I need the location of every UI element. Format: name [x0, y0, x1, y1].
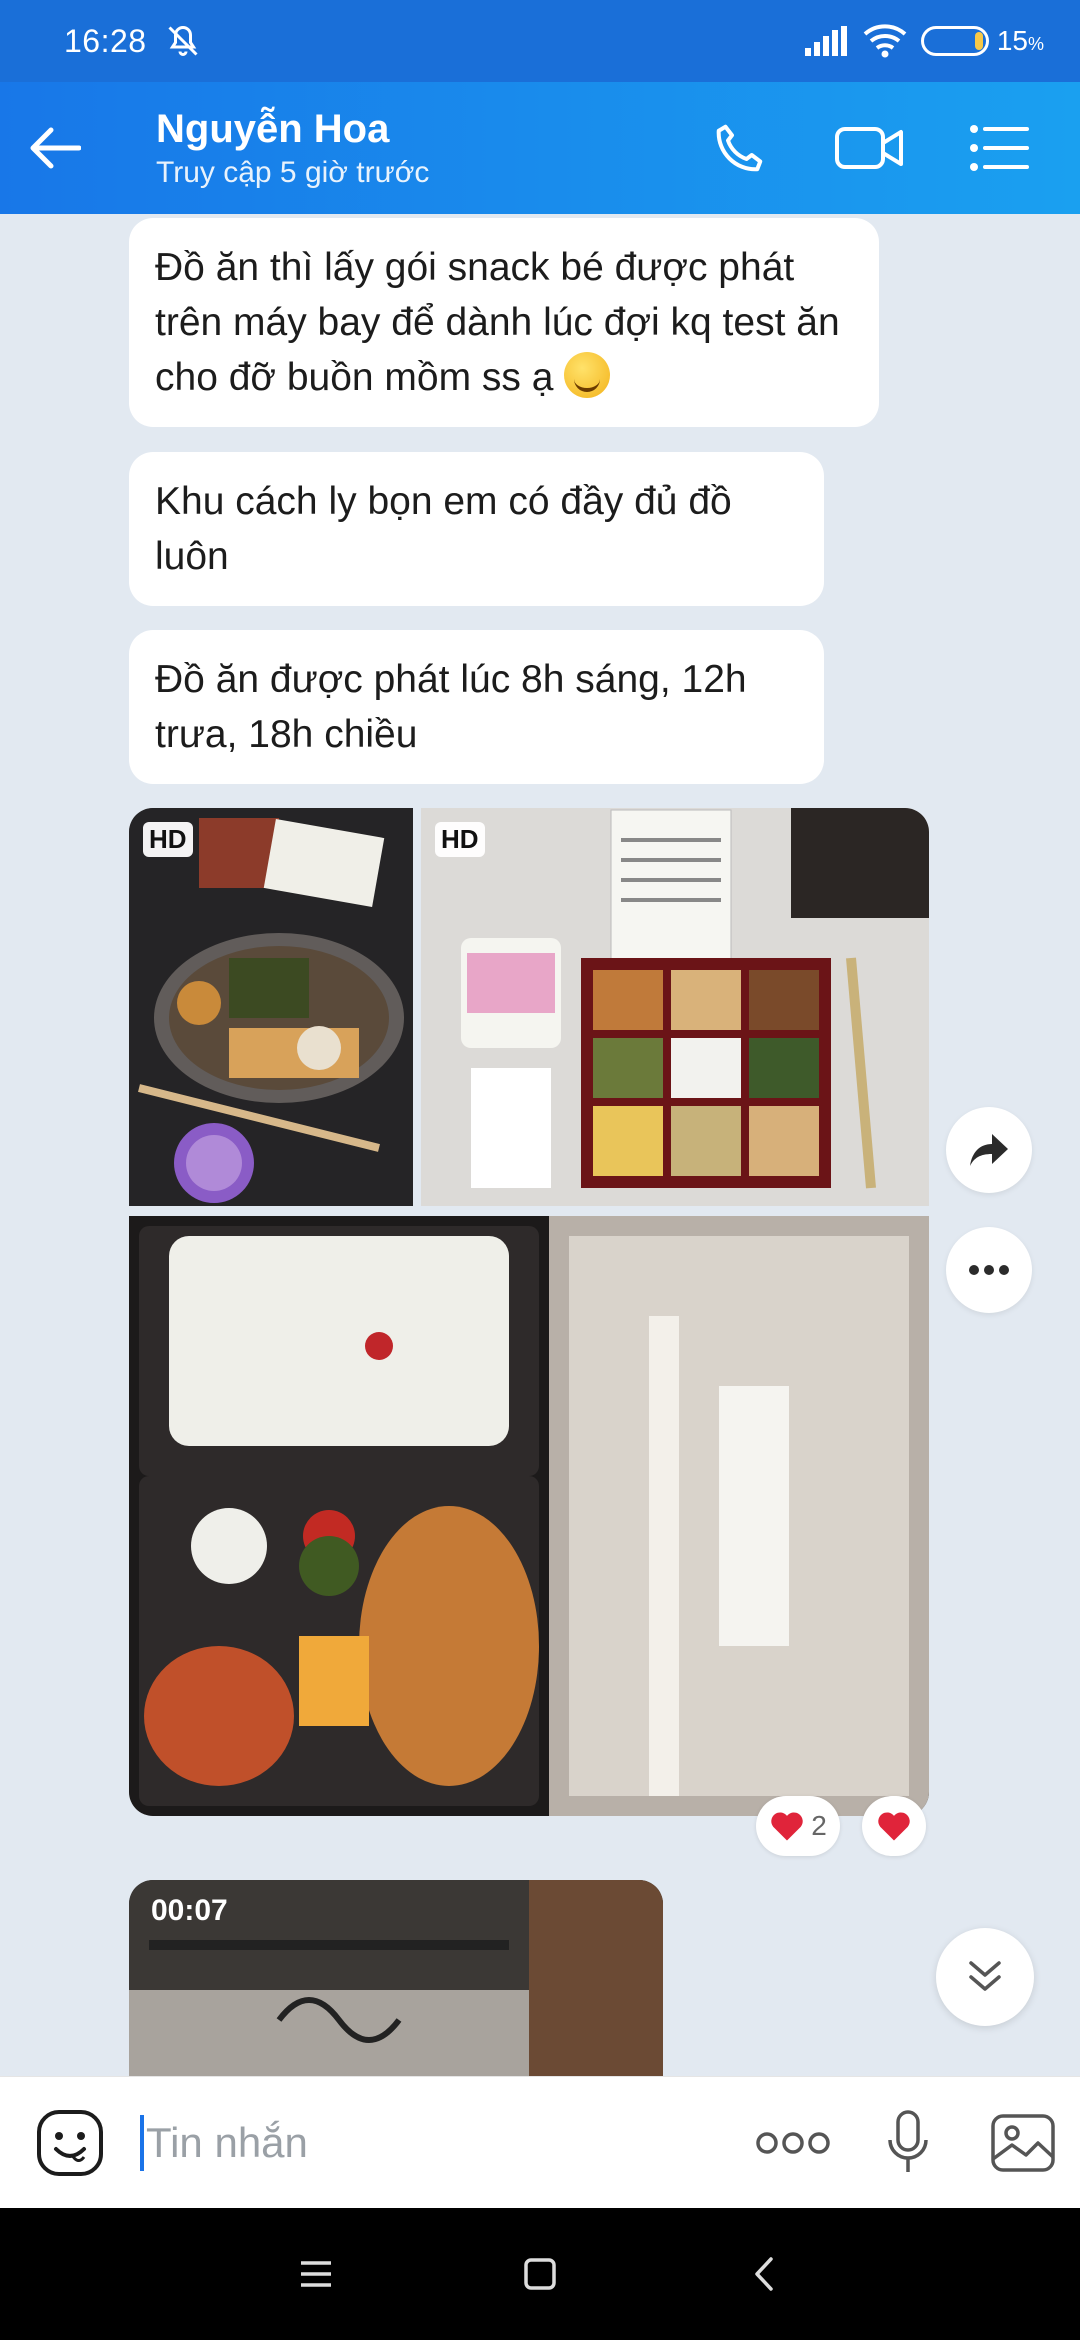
scroll-to-bottom-button[interactable] [936, 1928, 1034, 2026]
wifi-icon [863, 24, 907, 58]
forward-arrow-icon [970, 1134, 1008, 1166]
bell-off-icon [168, 25, 198, 56]
input-placeholder: Tin nhắn [146, 2118, 308, 2166]
food-photo[interactable]: HD [129, 808, 413, 1206]
reaction-summary[interactable]: 2 [756, 1796, 840, 1856]
video-call-icon [835, 127, 903, 169]
forward-button[interactable] [946, 1107, 1032, 1193]
message-input-bar: Tin nhắn [0, 2076, 1080, 2208]
message-text: Đồ ăn được phát lúc 8h sáng, 12h trưa, 1… [155, 658, 747, 756]
sticker-smiley-icon [37, 2109, 103, 2176]
heart-icon [878, 1812, 910, 1841]
status-bar: 16:28 15% [0, 0, 1080, 82]
battery-icon [920, 26, 989, 56]
battery-level [974, 32, 983, 50]
voice-call-button[interactable] [674, 82, 804, 214]
status-right: 15% [804, 24, 1044, 58]
battery-percent: 15% [996, 25, 1044, 56]
system-back-button[interactable] [652, 2208, 876, 2340]
menu-list-icon [970, 125, 1029, 171]
text-caret [140, 2114, 144, 2171]
chat-header: Nguyễn Hoa Truy cập 5 giờ trước [0, 82, 1080, 214]
food-photo[interactable] [129, 1216, 929, 1816]
heart-icon [771, 1812, 803, 1841]
menu-lines-icon [301, 2261, 331, 2287]
more-dots-icon [969, 1265, 1009, 1275]
more-options-button[interactable] [946, 1227, 1032, 1313]
contact-info[interactable]: Nguyễn Hoa Truy cập 5 giờ trước [156, 107, 429, 190]
message-bubble[interactable]: Đồ ăn được phát lúc 8h sáng, 12h trưa, 1… [129, 630, 824, 784]
chevron-left-icon [755, 2257, 773, 2291]
back-arrow-icon [30, 127, 81, 169]
bento-box-photo-image [421, 808, 929, 1206]
battery-indicator: 15% [920, 25, 1044, 57]
voice-record-button[interactable] [850, 2077, 965, 2209]
reaction-count: 2 [811, 1810, 827, 1841]
signal-icon [804, 26, 847, 56]
home-square-icon [524, 2258, 556, 2290]
video-message[interactable]: 00:07 [129, 1880, 663, 2080]
header-actions [674, 82, 1080, 214]
video-call-button[interactable] [804, 82, 934, 214]
menu-button[interactable] [934, 82, 1064, 214]
message-text: Khu cách ly bọn em có đầy đủ đồ luôn [155, 480, 732, 578]
microphone-icon [887, 2109, 928, 2172]
status-time: 16:28 [64, 22, 147, 59]
react-heart-button[interactable] [862, 1796, 926, 1856]
three-dots-icon [755, 2131, 830, 2154]
bento-photo-image [129, 808, 413, 1206]
message-input[interactable]: Tin nhắn [140, 2103, 735, 2183]
rice-tonkatsu-photo-image [129, 1216, 929, 1816]
laughing-emoji-icon [564, 352, 611, 398]
hd-badge: HD [435, 822, 485, 857]
food-photo[interactable]: HD [421, 808, 929, 1206]
recent-apps-button[interactable] [204, 2208, 428, 2340]
last-seen: Truy cập 5 giờ trước [156, 155, 430, 189]
gallery-button[interactable] [965, 2077, 1080, 2209]
message-bubble[interactable]: Khu cách ly bọn em có đầy đủ đồ luôn [129, 452, 824, 606]
contact-name: Nguyễn Hoa [156, 106, 390, 151]
image-gallery-icon [990, 2113, 1055, 2172]
system-nav-bar [0, 2208, 1080, 2340]
more-actions-button[interactable] [735, 2077, 850, 2209]
back-button[interactable] [0, 82, 110, 214]
video-duration: 00:07 [151, 1894, 228, 1927]
chat-screen: 16:28 15% Nguyễn Hoa Truy cập 5 giờ trướ… [0, 0, 1080, 2340]
message-bubble[interactable]: Đồ ăn thì lấy gói snack bé được phát trê… [129, 218, 879, 427]
home-button[interactable] [428, 2208, 652, 2340]
sticker-button[interactable] [0, 2077, 140, 2209]
hd-badge: HD [143, 822, 193, 857]
message-text: Đồ ăn thì lấy gói snack bé được phát trê… [155, 246, 840, 399]
double-chevron-down-icon [969, 1961, 1001, 1991]
phone-icon [716, 124, 763, 172]
